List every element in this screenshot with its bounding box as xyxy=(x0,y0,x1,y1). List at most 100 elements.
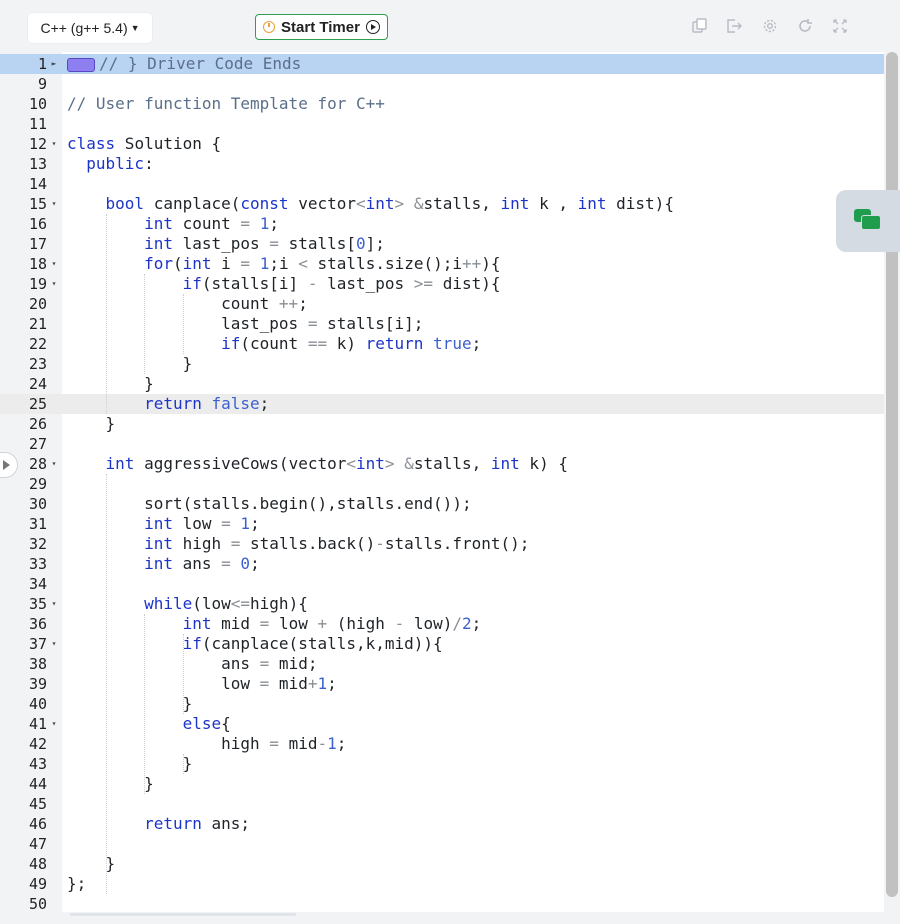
line-number: 1 xyxy=(37,55,47,73)
code-text: while(low<=high){ xyxy=(144,594,308,613)
code-line[interactable]: 35 ▾ while(low<=high){ xyxy=(0,594,884,614)
line-number: 19 xyxy=(28,275,47,293)
line-number: 36 xyxy=(28,615,47,633)
code-line[interactable]: 50 xyxy=(0,894,884,914)
code-line[interactable]: 23 } xyxy=(0,354,884,374)
indent-guide xyxy=(182,754,184,774)
code-text: for(int i = 1;i < stalls.size();i++){ xyxy=(144,254,501,273)
code-text: } xyxy=(67,354,193,373)
horizontal-scrollbar-thumb[interactable] xyxy=(70,913,296,916)
collapse-fold-icon[interactable]: ▾ xyxy=(49,454,59,474)
code-line[interactable]: 45 xyxy=(0,794,884,814)
collapse-fold-icon[interactable]: ▾ xyxy=(49,714,59,734)
line-number: 11 xyxy=(28,115,47,133)
line-number: 49 xyxy=(28,875,47,893)
line-number: 46 xyxy=(28,815,47,833)
code-line[interactable]: 31 int low = 1; xyxy=(0,514,884,534)
code-text: public: xyxy=(86,154,154,173)
code-line[interactable]: 34 xyxy=(0,574,884,594)
code-line[interactable]: 25 return false; xyxy=(0,394,884,414)
line-number: 33 xyxy=(28,555,47,573)
code-line[interactable]: 42 high = mid-1; xyxy=(0,734,884,754)
code-line[interactable]: 37 ▾ if(canplace(stalls,k,mid)){ xyxy=(0,634,884,654)
code-text: } xyxy=(67,694,193,713)
code-editor[interactable]: 1 ► // } Driver Code Ends 9 10 // User functi… xyxy=(0,52,884,914)
code-line[interactable]: 10 // User function Template for C++ xyxy=(0,94,884,114)
code-line[interactable]: 36 int mid = low + (high - low)/2; xyxy=(0,614,884,634)
expand-fold-icon[interactable]: ► xyxy=(49,54,59,74)
code-text: class Solution { xyxy=(67,134,222,153)
fullscreen-icon[interactable] xyxy=(832,18,848,34)
indent-guide xyxy=(182,634,184,714)
settings-icon[interactable] xyxy=(762,18,778,34)
code-line[interactable]: 41 ▾ else{ xyxy=(0,714,884,734)
collapse-fold-icon[interactable]: ▾ xyxy=(49,254,59,274)
code-line[interactable]: 29 xyxy=(0,474,884,494)
collapse-fold-icon[interactable]: ▾ xyxy=(49,134,59,154)
line-number: 24 xyxy=(28,375,47,393)
vertical-scrollbar-thumb[interactable] xyxy=(886,52,898,897)
code-line[interactable]: 16 int count = 1; xyxy=(0,214,884,234)
code-line[interactable]: 15 ▾ bool canplace(const vector<int> &sta… xyxy=(0,194,884,214)
code-text: low = mid+1; xyxy=(67,674,337,693)
code-text: } xyxy=(67,854,116,873)
collapse-fold-icon[interactable]: ▾ xyxy=(49,594,59,614)
start-timer-button[interactable]: Start Timer xyxy=(255,14,388,40)
chevron-down-icon: ▼ xyxy=(130,23,140,33)
code-line[interactable]: 21 last_pos = stalls[i]; xyxy=(0,314,884,334)
line-number: 35 xyxy=(28,595,47,613)
indent-guide xyxy=(105,474,107,894)
code-line[interactable]: 30 sort(stalls.begin(),stalls.end()); xyxy=(0,494,884,514)
chat-button[interactable] xyxy=(836,190,900,252)
code-line[interactable]: 18 ▾ for(int i = 1;i < stalls.size();i++)… xyxy=(0,254,884,274)
indent-guide xyxy=(144,274,146,374)
copy-icon[interactable] xyxy=(692,18,708,34)
code-line[interactable]: 39 low = mid+1; xyxy=(0,674,884,694)
code-line[interactable]: 33 int ans = 0; xyxy=(0,554,884,574)
collapse-fold-icon[interactable]: ▾ xyxy=(49,274,59,294)
collapse-fold-icon[interactable]: ▾ xyxy=(49,634,59,654)
code-line[interactable]: 48 } xyxy=(0,854,884,874)
code-line[interactable]: 26 } xyxy=(0,414,884,434)
code-text: count ++; xyxy=(67,294,308,313)
code-text: int high = stalls.back()-stalls.front(); xyxy=(144,534,530,553)
code-line[interactable]: 40 } xyxy=(0,694,884,714)
code-line[interactable]: 20 count ++; xyxy=(0,294,884,314)
code-line[interactable]: 19 ▾ if(stalls[i] - last_pos >= dist){ xyxy=(0,274,884,294)
code-line[interactable]: 1 ► // } Driver Code Ends xyxy=(0,54,884,74)
reset-icon[interactable] xyxy=(797,18,813,34)
code-line[interactable]: 22 if(count == k) return true; xyxy=(0,334,884,354)
code-line[interactable]: 47 xyxy=(0,834,884,854)
code-line[interactable]: 17 int last_pos = stalls[0]; xyxy=(0,234,884,254)
line-number: 9 xyxy=(37,75,47,93)
code-line[interactable]: 24 } xyxy=(0,374,884,394)
line-number: 41 xyxy=(28,715,47,733)
indent-guide xyxy=(182,294,184,354)
line-number: 43 xyxy=(28,755,47,773)
line-number: 50 xyxy=(28,895,47,913)
code-text: } xyxy=(67,754,193,773)
code-line[interactable]: 9 xyxy=(0,74,884,94)
export-icon[interactable] xyxy=(726,18,742,34)
code-text: }; xyxy=(67,874,87,893)
code-line[interactable]: 49}; xyxy=(0,874,884,894)
code-line[interactable]: 13 public: xyxy=(0,154,884,174)
language-label: C++ (g++ 5.4) xyxy=(40,20,128,36)
code-line[interactable]: 11 xyxy=(0,114,884,134)
line-number: 25 xyxy=(28,395,47,413)
line-number: 15 xyxy=(28,195,47,213)
code-line[interactable]: 38 ans = mid; xyxy=(0,654,884,674)
code-line[interactable]: 46 return ans; xyxy=(0,814,884,834)
code-line[interactable]: 27 xyxy=(0,434,884,454)
code-line[interactable]: 43 } xyxy=(0,754,884,774)
code-line[interactable]: 14 xyxy=(0,174,884,194)
code-line[interactable]: 32 int high = stalls.back()-stalls.front… xyxy=(0,534,884,554)
line-number: 40 xyxy=(28,695,47,713)
collapse-fold-icon[interactable]: ▾ xyxy=(49,194,59,214)
code-line[interactable]: 28 ▾ int aggressiveCows(vector<int> &stal… xyxy=(0,454,884,474)
language-select[interactable]: C++ (g++ 5.4) ▼ xyxy=(28,13,152,43)
code-line[interactable]: 12 ▾ class Solution { xyxy=(0,134,884,154)
code-line[interactable]: 44 } xyxy=(0,774,884,794)
code-text: int last_pos = stalls[0]; xyxy=(144,234,385,253)
line-number: 21 xyxy=(28,315,47,333)
